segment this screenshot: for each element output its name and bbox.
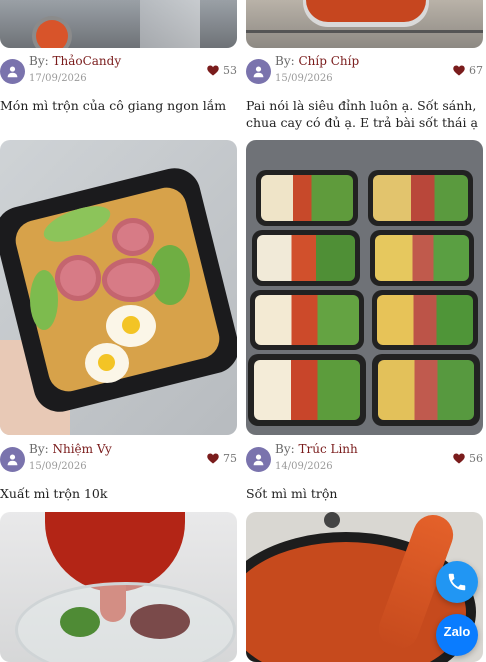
phone-button[interactable] xyxy=(436,561,478,603)
recipe-photo[interactable] xyxy=(0,140,237,435)
recipe-photo[interactable] xyxy=(246,140,483,435)
author-line: By: Trúc Linh xyxy=(275,442,358,456)
author-name[interactable]: ThảoCandy xyxy=(52,54,121,68)
like-count[interactable]: 56 xyxy=(453,452,483,465)
recipe-card[interactable]: By: Trúc Linh 14/09/2026 56 Sốt mì mì tr… xyxy=(246,140,483,505)
recipe-title[interactable]: Pai nói là siêu đỉnh luôn ạ. Sốt sánh, c… xyxy=(246,97,483,131)
heart-icon xyxy=(453,65,465,76)
user-icon xyxy=(253,66,264,78)
post-date: 15/09/2026 xyxy=(275,73,333,84)
like-count[interactable]: 67 xyxy=(453,64,483,77)
user-icon xyxy=(7,66,18,78)
recipe-title[interactable]: Xuất mì trộn 10k xyxy=(0,485,237,502)
author-name[interactable]: Nhiệm Vy xyxy=(52,442,111,456)
recipe-card[interactable]: By: ThảoCandy 17/09/2026 53 Món mì trộn … xyxy=(0,0,237,130)
recipe-card[interactable]: By: Chíp Chíp 15/09/2026 67 Pai nói là s… xyxy=(246,0,483,130)
recipe-title[interactable]: Món mì trộn của cô giang ngon lắm xyxy=(0,97,237,114)
post-date: 14/09/2026 xyxy=(275,461,333,472)
zalo-button[interactable]: Zalo xyxy=(436,614,478,656)
recipe-photo[interactable] xyxy=(0,512,237,662)
recipe-card[interactable] xyxy=(0,512,237,662)
avatar[interactable] xyxy=(0,59,25,84)
recipe-photo[interactable] xyxy=(246,0,483,48)
author-line: By: Nhiệm Vy xyxy=(29,442,112,456)
recipe-photo[interactable] xyxy=(0,0,237,48)
author-line: By: ThảoCandy xyxy=(29,54,122,68)
user-icon xyxy=(7,454,18,466)
heart-icon xyxy=(207,65,219,76)
avatar[interactable] xyxy=(246,59,271,84)
avatar[interactable] xyxy=(246,447,271,472)
recipe-title[interactable]: Sốt mì mì trộn xyxy=(246,485,483,502)
user-icon xyxy=(253,454,264,466)
like-count[interactable]: 75 xyxy=(207,452,237,465)
post-date: 15/09/2026 xyxy=(29,461,87,472)
post-date: 17/09/2026 xyxy=(29,73,87,84)
recipe-card[interactable]: By: Nhiệm Vy 15/09/2026 75 Xuất mì trộn … xyxy=(0,140,237,505)
phone-icon xyxy=(448,573,466,591)
avatar[interactable] xyxy=(0,447,25,472)
like-count[interactable]: 53 xyxy=(207,64,237,77)
heart-icon xyxy=(207,453,219,464)
author-line: By: Chíp Chíp xyxy=(275,54,360,68)
author-name[interactable]: Chíp Chíp xyxy=(298,54,359,68)
heart-icon xyxy=(453,453,465,464)
zalo-label: Zalo xyxy=(443,623,471,639)
author-name[interactable]: Trúc Linh xyxy=(298,442,357,456)
